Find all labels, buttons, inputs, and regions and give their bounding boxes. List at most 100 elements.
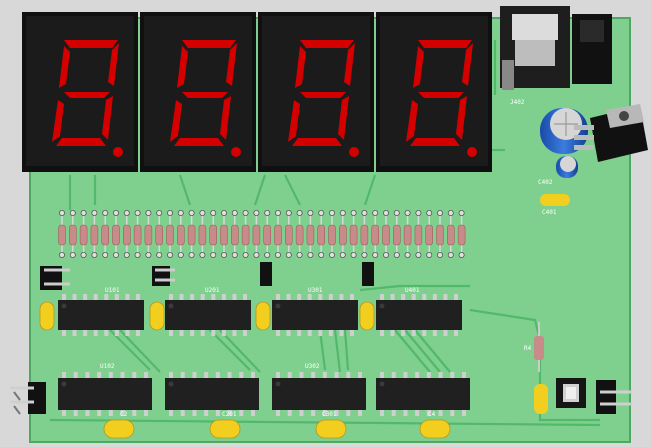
resistor: [112, 224, 120, 246]
resistor: [425, 224, 434, 246]
ic-chip: [165, 294, 251, 336]
dc-jack-icon: [500, 6, 612, 90]
resistor: [123, 224, 131, 246]
resistor-pad: [91, 251, 98, 258]
resistor-pad: [166, 209, 173, 216]
resistor-pad: [361, 209, 368, 216]
resistor-pad: [177, 251, 184, 258]
resistor-pad: [436, 209, 443, 216]
resistor-pad: [372, 251, 379, 258]
resistor-pad: [426, 209, 433, 216]
segment: [174, 138, 224, 146]
resistor-pad: [328, 251, 335, 258]
label-j402: J402: [510, 99, 525, 106]
resistor-pad: [296, 209, 303, 216]
cap-label-c201: C201: [222, 411, 237, 418]
resistor-pad: [145, 251, 152, 258]
resistor-pad: [404, 251, 411, 258]
ic-chip: [376, 372, 470, 416]
resistor: [231, 224, 239, 246]
resistor-pad: [242, 251, 249, 258]
ic-chip: [58, 372, 152, 416]
resistor-pad: [210, 251, 217, 258]
ic-label-u201: U201: [205, 287, 220, 294]
segment: [418, 40, 472, 48]
resistor-pad: [339, 251, 346, 258]
cap-label-c4: C4: [428, 411, 436, 418]
digit-3: [258, 12, 374, 172]
resistor-pad: [145, 209, 152, 216]
resistor-pad: [156, 251, 163, 258]
resistor-pad: [134, 251, 141, 258]
resistor-pad: [134, 209, 141, 216]
resistor: [220, 224, 228, 246]
resistor-pad: [307, 209, 314, 216]
resistor-pad: [242, 209, 249, 216]
resistor: [101, 224, 109, 246]
resistor: [155, 224, 163, 246]
resistor-pad: [123, 251, 130, 258]
resistor-pad: [220, 251, 227, 258]
resistor: [392, 224, 401, 246]
resistor: [436, 224, 444, 246]
resistor-pad: [253, 251, 260, 258]
resistor-pad: [318, 209, 325, 216]
ceramic-capacitor: [149, 301, 165, 331]
resistor-pad: [339, 209, 346, 216]
ic-label-u102: U102: [100, 363, 115, 370]
cap-label-c301: C301: [322, 411, 337, 418]
resistor-pad: [220, 209, 227, 216]
resistor: [382, 224, 390, 246]
ceramic-capacitor: [255, 301, 271, 331]
digit-4: [376, 12, 492, 172]
resistor: [371, 224, 380, 246]
resistor-pad: [382, 209, 389, 216]
resistor-pad: [447, 251, 454, 258]
resistor-pad: [80, 209, 87, 216]
segment: [64, 92, 110, 98]
digit-1: [22, 12, 138, 172]
resistor-pad: [296, 251, 303, 258]
resistor: [263, 224, 272, 246]
resistor-pad: [382, 251, 389, 258]
segment: [182, 40, 236, 48]
resistor: [414, 224, 423, 246]
ic-label-u302: U302: [305, 363, 320, 370]
digit-2: [140, 12, 256, 172]
resistor-pad: [264, 209, 271, 216]
resistor-pad: [274, 209, 281, 216]
resistor-pad: [350, 251, 357, 258]
label-r4: R4: [524, 345, 532, 352]
resistor-pad: [156, 209, 163, 216]
resistor-pad: [285, 209, 292, 216]
resistor-pad: [264, 251, 271, 258]
bottom-left-connector: [10, 382, 46, 415]
resistor-pad: [231, 209, 238, 216]
resistor-pad: [415, 251, 422, 258]
decimal-point: [113, 147, 123, 157]
ic-label-u301: U301: [308, 287, 323, 294]
resistor: [90, 224, 99, 246]
resistor-pad: [426, 251, 433, 258]
resistor-pad: [318, 251, 325, 258]
resistor-pad: [59, 209, 66, 216]
pcb-render: U101 U201 U301 U401 U102 U302 C2 C201 C3…: [10, 6, 648, 443]
resistor: [69, 224, 77, 246]
resistor-pad: [91, 209, 98, 216]
label-c401: C401: [542, 209, 557, 216]
decimal-point: [467, 147, 477, 157]
resistor: [317, 224, 326, 246]
ic-chip: [272, 294, 358, 336]
ceramic-capacitor: [419, 419, 451, 439]
resistor-pad: [231, 251, 238, 258]
label-c402: C402: [538, 179, 553, 186]
resistor-pad: [69, 251, 76, 258]
segment: [410, 138, 460, 146]
decimal-point: [349, 147, 359, 157]
resistor-pad: [210, 209, 217, 216]
segment: [300, 40, 354, 48]
resistor-pad: [253, 209, 260, 216]
ceramic-capacitor: [209, 419, 241, 439]
ceramic-capacitor: [315, 419, 347, 439]
resistor-pad: [199, 251, 206, 258]
